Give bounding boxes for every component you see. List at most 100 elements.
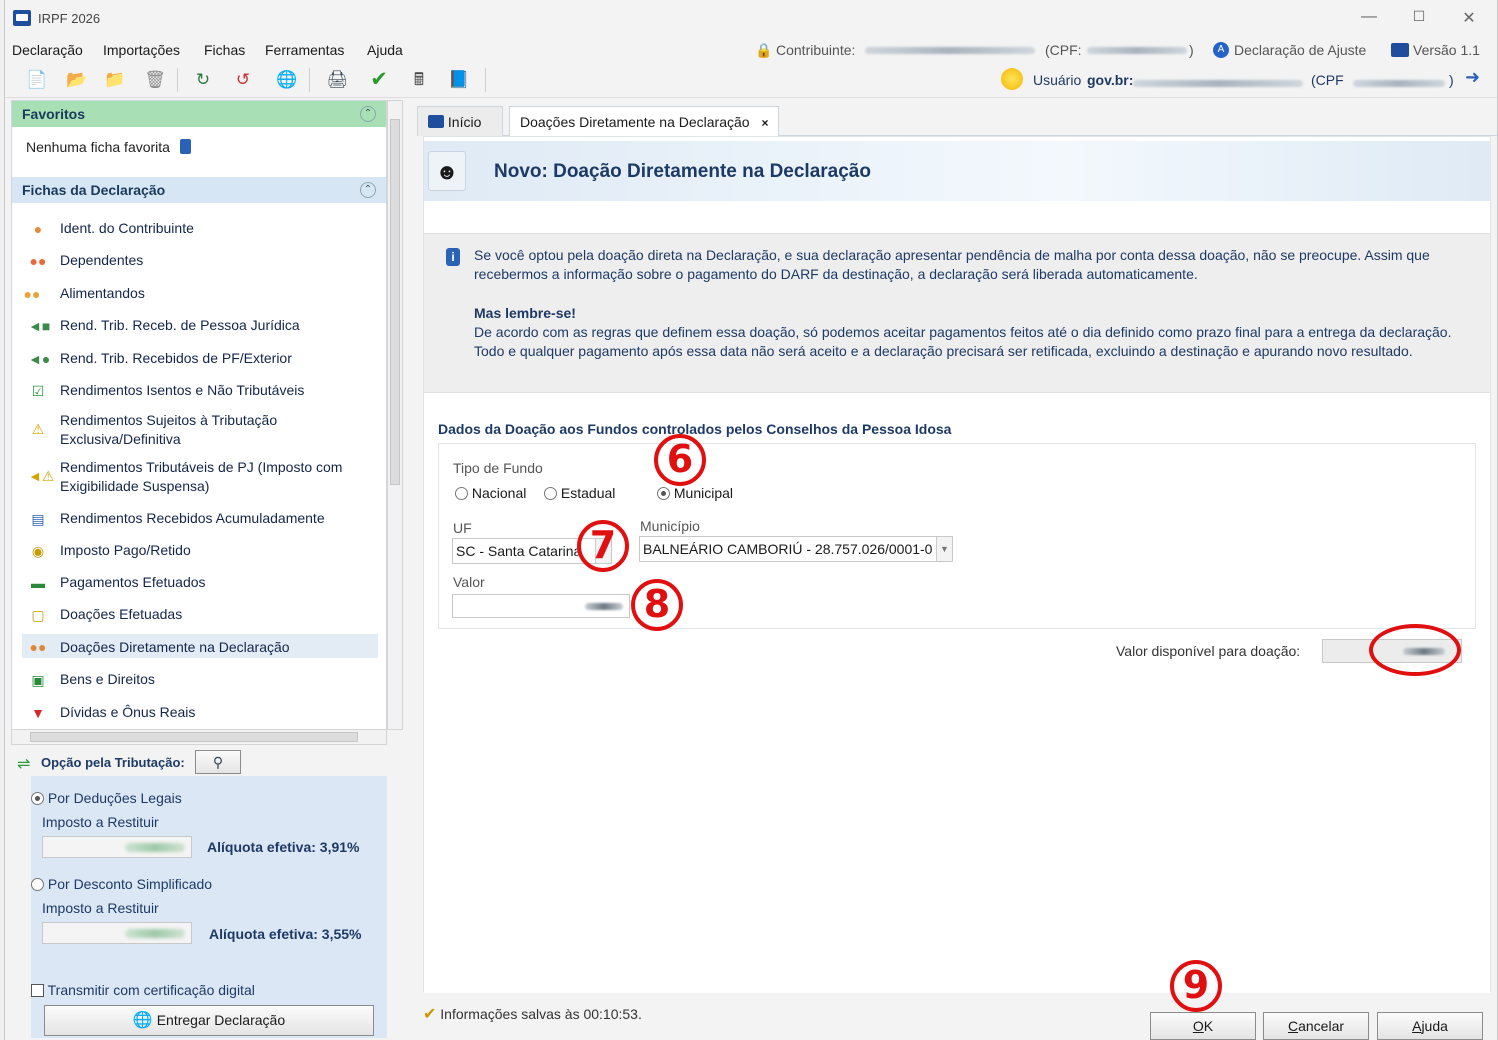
contribuinte-label: Contribuinte: — [776, 42, 856, 58]
fundo-municipal-option[interactable]: Municipal — [657, 485, 733, 501]
tab-bar: Início Doações Diretamente na Declaração… — [417, 106, 1497, 137]
menu-bar: Declaração Importações Fichas Ferramenta… — [5, 38, 1497, 62]
simplificado-option[interactable]: Por Desconto Simplificado — [31, 876, 212, 892]
collapse-fichas-icon[interactable]: ⌃ — [360, 182, 376, 198]
fichas-header[interactable]: Fichas da Declaração ⌃ — [12, 177, 386, 203]
check-icon[interactable]: ✔ — [367, 68, 391, 92]
donation-people-large-icon: ☻ — [428, 151, 466, 191]
calculator-icon[interactable]: 🖩 — [407, 68, 431, 92]
cancelar-button[interactable]: Cancelar — [1263, 1012, 1369, 1040]
usuario-cpf-label: (CPF — [1311, 72, 1344, 88]
status-bar: ✔ Informações salvas às 00:10:53. — [423, 1006, 642, 1023]
close-tab-icon[interactable]: × — [761, 116, 768, 130]
fundo-estadual-option[interactable]: Estadual — [544, 485, 615, 501]
sidebar: Favoritos ⌃ Nenhuma ficha favorita Ficha… — [11, 100, 387, 745]
valor-disponivel-label: Valor disponível para doação: — [1116, 643, 1301, 659]
tributacao-search-button[interactable]: ⚲ — [195, 750, 241, 774]
annotation-9: 9 — [1182, 963, 1210, 1007]
maximize-icon[interactable]: ☐ — [1409, 8, 1429, 25]
usuario-cpf-redacted — [1353, 74, 1445, 90]
sidebar-horizontal-scrollbar[interactable] — [11, 729, 387, 745]
help-book-icon[interactable]: 📘 — [447, 68, 471, 92]
cpf-redacted — [1087, 41, 1187, 57]
estadual-radio[interactable] — [544, 487, 557, 500]
income-pj-icon: ◄■ — [28, 318, 51, 334]
usuario-label: Usuário — [1033, 72, 1082, 88]
declaracao-ajuste-icon: A — [1213, 42, 1229, 58]
payment-card-icon: ▬ — [31, 575, 45, 591]
deducoes-imposto-field — [42, 836, 192, 858]
new-file-icon[interactable]: 📄 — [25, 68, 49, 92]
tributacao-options: Por Deduções Legais Imposto a Restituir … — [31, 776, 387, 1038]
cpf-label: (CPF: — [1045, 42, 1082, 58]
lock-icon: 🔒 — [755, 42, 773, 58]
tributacao-title: Opção pela Tributação: — [41, 755, 185, 770]
person-icon: ● — [33, 221, 43, 237]
minimize-icon[interactable]: — — [1359, 8, 1379, 26]
logout-icon[interactable]: ➜ — [1465, 67, 1480, 88]
family-icon: ●● — [23, 286, 41, 302]
home-icon — [428, 115, 444, 128]
versao-label: Versão 1.1 — [1413, 42, 1480, 58]
assets-icon: ▣ — [31, 672, 45, 688]
folder-icon[interactable]: 📁 — [103, 68, 127, 92]
municipio-label: Município — [640, 518, 700, 534]
tributacao-arrows-icon: ⇌ — [17, 756, 31, 773]
usuario-name-redacted — [1133, 74, 1303, 90]
app-logo-icon — [13, 10, 31, 26]
simplificado-imposto-label: Imposto a Restituir — [42, 900, 159, 916]
info-icon: i — [446, 248, 460, 266]
chevron-down-icon[interactable]: ▼ — [936, 537, 952, 561]
app-window: IRPF 2026 — ☐ ✕ Declaração Importações F… — [4, 0, 1498, 1040]
info-icon — [179, 139, 191, 154]
annotation-ellipse-valor-disponivel — [1369, 624, 1461, 676]
window-title: IRPF 2026 — [38, 11, 101, 26]
collapse-favoritos-icon[interactable]: ⌃ — [360, 106, 376, 122]
menu-ferramentas[interactable]: Ferramentas — [265, 42, 344, 58]
menu-declaracao[interactable]: Declaração — [12, 42, 83, 58]
municipio-select[interactable]: BALNEÁRIO CAMBORIÚ - 28.757.026/0001-0 ▼ — [639, 536, 953, 562]
globe-icon[interactable]: 🌐 — [275, 68, 299, 92]
valor-input[interactable] — [452, 594, 630, 618]
simplificado-radio[interactable] — [31, 878, 44, 891]
recover-icon[interactable]: ↺ — [231, 68, 255, 92]
entregar-declaracao-button[interactable]: 🌐 Entregar Declaração — [44, 1005, 374, 1036]
warning-doc-icon: ⚠ — [31, 421, 45, 437]
menu-importacoes[interactable]: Importações — [103, 42, 180, 58]
simplificado-aliquota: Alíquota efetiva: 3,55% — [209, 926, 362, 942]
page-title: Novo: Doação Diretamente na Declaração — [494, 161, 871, 182]
open-folder-icon[interactable]: 📂 — [65, 68, 89, 92]
info-paragraph-2: De acordo com as regras que definem essa… — [474, 324, 1452, 359]
usuario-cpf-close: ) — [1449, 72, 1454, 88]
municipal-radio[interactable] — [657, 487, 670, 500]
income-pf-icon: ◄● — [28, 351, 51, 367]
certificado-digital-option[interactable]: Transmitir com certificação digital — [31, 982, 255, 998]
tax-paid-icon: ◉ — [31, 543, 45, 559]
tab-inicio[interactable]: Início — [417, 106, 503, 136]
close-icon[interactable]: ✕ — [1459, 8, 1479, 28]
fundo-nacional-option[interactable]: Nacional — [455, 485, 526, 501]
nacional-radio[interactable] — [455, 487, 468, 500]
ok-button[interactable]: OK — [1150, 1012, 1256, 1040]
certificado-checkbox[interactable] — [31, 984, 44, 997]
simplificado-imposto-field — [42, 922, 192, 944]
tributacao-panel: ⇌ Opção pela Tributação: ⚲ Por Deduções … — [17, 748, 387, 1038]
deducoes-aliquota: Alíquota efetiva: 3,91% — [207, 839, 360, 855]
valor-label: Valor — [453, 574, 485, 590]
globe-send-icon: 🌐 — [132, 1012, 153, 1029]
info-title: Mas lembre-se! — [474, 305, 576, 321]
tab-doacoes-diretamente[interactable]: Doações Diretamente na Declaração × — [509, 106, 780, 137]
cpf-close: ) — [1189, 42, 1194, 58]
info-paragraph-1: Se você optou pela doação direta na Decl… — [474, 247, 1430, 282]
deducoes-radio[interactable] — [31, 792, 44, 805]
sidebar-item-doacoes-diretamente[interactable]: ●● Doações Diretamente na Declaração — [22, 634, 378, 658]
menu-ajuda[interactable]: Ajuda — [367, 42, 403, 58]
favoritos-header[interactable]: Favoritos ⌃ — [12, 101, 386, 127]
ajuda-button[interactable]: Ajuda — [1377, 1012, 1483, 1040]
trash-icon[interactable]: 🗑 — [143, 68, 167, 92]
deducoes-legais-option[interactable]: Por Deduções Legais — [31, 790, 182, 806]
menu-fichas[interactable]: Fichas — [204, 42, 245, 58]
print-icon[interactable]: 🖨 — [325, 68, 349, 92]
import-icon[interactable]: ↻ — [191, 68, 215, 92]
sidebar-vertical-scrollbar[interactable] — [387, 100, 403, 730]
